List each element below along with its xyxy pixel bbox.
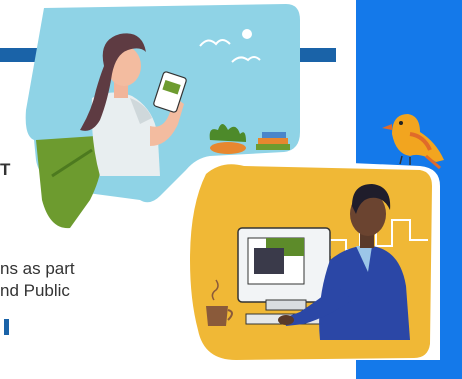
- hero-illustration: [25, 4, 444, 360]
- page: T ns as part nd Public: [0, 0, 462, 379]
- coffee-mug-icon: [206, 306, 228, 326]
- bird-icon: [382, 114, 444, 170]
- sun-icon: [242, 29, 252, 39]
- man-scene: [177, 155, 440, 360]
